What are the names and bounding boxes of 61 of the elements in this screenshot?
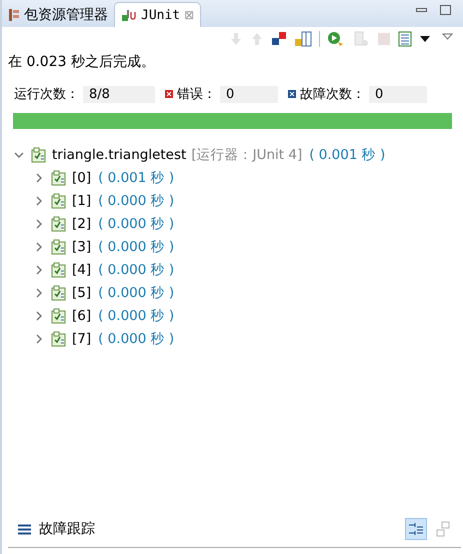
counter-label: 运行次数： — [14, 86, 79, 103]
test-name[interactable]: [1] — [72, 192, 92, 208]
status-message: 在 0.023 秒之后完成。 — [7, 53, 156, 72]
maximize-button[interactable] — [440, 5, 451, 15]
counter-label: 错误： — [177, 86, 216, 103]
test-time: ( 0.000 秒 ) — [98, 284, 174, 302]
counter-value: 8/8 — [83, 86, 155, 102]
panel-title: 故障跟踪 — [39, 520, 96, 538]
test-time: ( 0.001 秒 ) — [309, 146, 386, 164]
test-name[interactable]: [7] — [72, 330, 92, 346]
test-pass-icon — [51, 216, 67, 232]
view-tab[interactable]: 包资源管理器 — [2, 3, 114, 27]
menu-icon — [18, 524, 31, 534]
chevron-right-icon[interactable] — [34, 242, 44, 252]
test-name[interactable]: triangle.triangletest — [52, 146, 186, 162]
test-pass-icon — [51, 170, 67, 186]
test-pass-icon — [51, 284, 67, 300]
test-name[interactable]: [6] — [72, 308, 92, 324]
test-time: ( 0.001 秒 ) — [98, 168, 174, 186]
test-name[interactable]: [3] — [72, 238, 92, 254]
junit-icon — [121, 8, 137, 22]
history-list-icon[interactable] — [398, 31, 412, 47]
chevron-right-icon[interactable] — [34, 334, 44, 344]
test-name[interactable]: [4] — [72, 262, 92, 278]
failure-icon — [288, 90, 296, 98]
view-menu-icon[interactable] — [442, 33, 453, 40]
test-time: ( 0.000 秒 ) — [98, 260, 174, 278]
chevron-right-icon[interactable] — [34, 310, 44, 320]
test-pass-icon — [31, 146, 47, 162]
chevron-right-icon[interactable] — [34, 264, 44, 274]
test-pass-icon — [51, 192, 67, 208]
test-time: ( 0.000 秒 ) — [98, 306, 174, 324]
test-pass-icon — [51, 238, 67, 254]
test-time: ( 0.000 秒 ) — [98, 330, 174, 348]
test-time: ( 0.000 秒 ) — [98, 214, 174, 232]
chevron-right-icon[interactable] — [34, 172, 44, 182]
minimize-button[interactable] — [416, 8, 427, 12]
counter-label: 故障次数： — [300, 86, 365, 103]
chevron-down-icon[interactable] — [14, 150, 24, 160]
lock-layout-icon[interactable] — [294, 31, 312, 47]
test-pass-icon — [51, 262, 67, 278]
rerun-icon[interactable] — [327, 31, 345, 47]
error-icon — [165, 90, 173, 98]
chevron-right-icon[interactable] — [34, 218, 44, 228]
counter-value: 0 — [369, 86, 427, 102]
error-filter-icon[interactable] — [271, 31, 287, 47]
counter-value: 0 — [220, 86, 278, 102]
test-pass-icon — [51, 308, 67, 324]
test-name[interactable]: [5] — [72, 284, 92, 300]
view-tab[interactable]: JUnit ⊠ — [114, 2, 202, 27]
package-icon — [8, 8, 20, 22]
runner-label: [运行器：JUnit 4] — [191, 146, 302, 164]
test-time: ( 0.000 秒 ) — [98, 192, 174, 210]
chevron-right-icon[interactable] — [34, 288, 44, 298]
filter-stack-icon[interactable] — [408, 521, 424, 537]
dropdown-icon[interactable] — [419, 35, 431, 43]
test-pass-icon — [51, 330, 67, 346]
test-name[interactable]: [0] — [72, 170, 92, 186]
test-time: ( 0.000 秒 ) — [98, 238, 174, 256]
test-name[interactable]: [2] — [72, 216, 92, 232]
chevron-right-icon[interactable] — [34, 196, 44, 206]
